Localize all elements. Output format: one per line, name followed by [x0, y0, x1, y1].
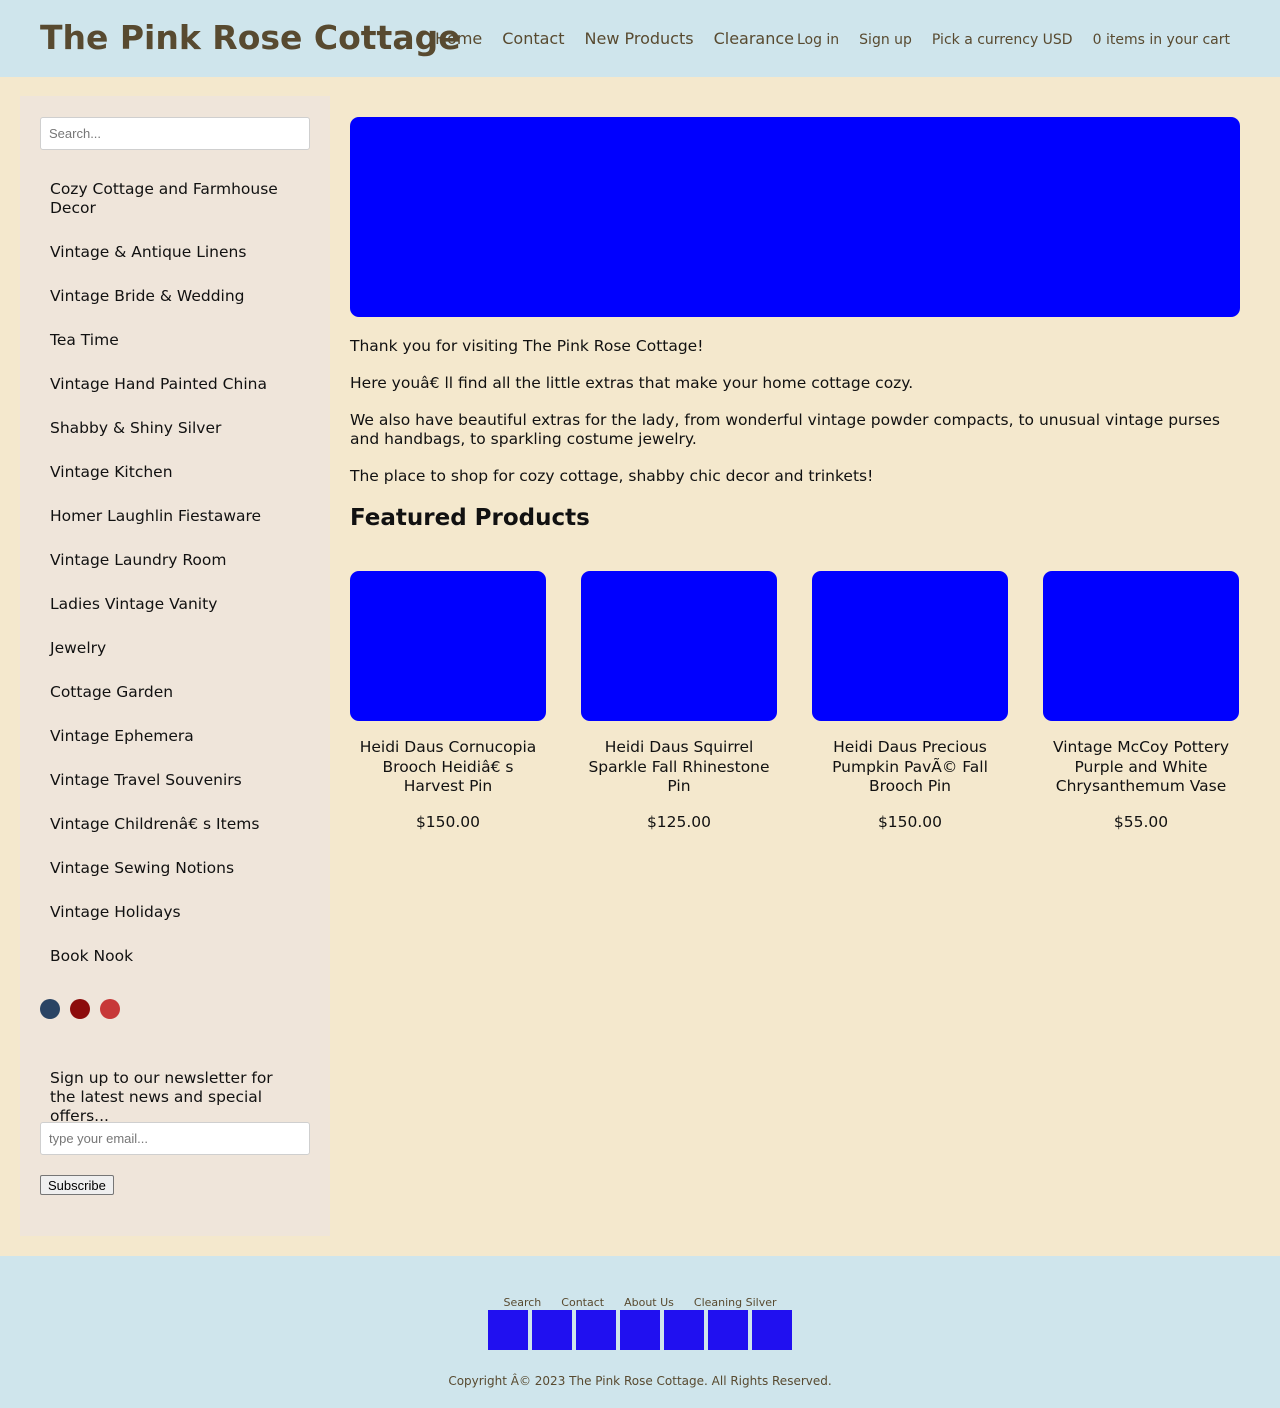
- payment-icon: [532, 1310, 572, 1350]
- newsletter-email-input[interactable]: [40, 1122, 310, 1155]
- nav-new-products-link[interactable]: New Products: [585, 28, 694, 50]
- category-item[interactable]: Tea Time: [50, 331, 300, 350]
- category-list: Cozy Cottage and Farmhouse Decor Vintage…: [50, 180, 300, 991]
- category-item[interactable]: Homer Laughlin Fiestaware: [50, 507, 300, 526]
- category-item[interactable]: Vintage Hand Painted China: [50, 375, 300, 394]
- newsletter-text: Sign up to our newsletter for the latest…: [50, 1069, 273, 1125]
- sidebar: Cozy Cottage and Farmhouse Decor Vintage…: [20, 96, 330, 1236]
- intro-paragraph: We also have beautiful extras for the la…: [350, 411, 1220, 448]
- category-item[interactable]: Vintage Childrenâ€ s Items: [50, 815, 300, 834]
- login-link[interactable]: Log in: [797, 30, 839, 50]
- subscribe-button[interactable]: Subscribe: [40, 1175, 114, 1195]
- product-image[interactable]: [1043, 571, 1239, 721]
- featured-products-heading: Featured Products: [350, 505, 590, 531]
- category-item[interactable]: Jewelry: [50, 639, 300, 658]
- nav-contact-link[interactable]: Contact: [502, 28, 564, 50]
- site-title[interactable]: The Pink Rose Cottage: [40, 18, 461, 58]
- product-card[interactable]: Heidi Daus Squirrel Sparkle Fall Rhinest…: [581, 571, 777, 832]
- category-item[interactable]: Shabby & Shiny Silver: [50, 419, 300, 438]
- category-item[interactable]: Book Nook: [50, 947, 300, 966]
- footer-search-link[interactable]: Search: [503, 1297, 541, 1309]
- category-item[interactable]: Vintage Travel Souvenirs: [50, 771, 300, 790]
- footer-links: Search Contact About Us Cleaning Silver: [0, 1297, 1280, 1309]
- product-image[interactable]: [581, 571, 777, 721]
- copyright-text: Copyright Â© 2023 The Pink Rose Cottage.…: [448, 1374, 832, 1388]
- payment-icon: [620, 1310, 660, 1350]
- category-item[interactable]: Vintage Ephemera: [50, 727, 300, 746]
- intro-paragraph: Thank you for visiting The Pink Rose Cot…: [350, 337, 704, 355]
- intro-text: Thank you for visiting The Pink Rose Cot…: [350, 337, 1240, 504]
- featured-products-grid: Heidi Daus Cornucopia Brooch Heidiâ€ s H…: [350, 571, 1239, 832]
- category-item[interactable]: Ladies Vintage Vanity: [50, 595, 300, 614]
- social-facebook-icon[interactable]: [40, 999, 60, 1019]
- product-card[interactable]: Vintage McCoy Pottery Purple and White C…: [1043, 571, 1239, 832]
- product-name[interactable]: Heidi Daus Squirrel Sparkle Fall Rhinest…: [581, 738, 777, 797]
- product-price: $150.00: [415, 812, 481, 831]
- intro-paragraph: The place to shop for cozy cottage, shab…: [350, 467, 874, 485]
- payment-icons: [488, 1310, 792, 1350]
- site-footer: Search Contact About Us Cleaning Silver …: [0, 1256, 1280, 1408]
- main-nav: Home Contact New Products Clearance: [435, 28, 794, 50]
- category-item[interactable]: Vintage Kitchen: [50, 463, 300, 482]
- category-item[interactable]: Cottage Garden: [50, 683, 300, 702]
- social-links: [40, 999, 120, 1019]
- intro-paragraph: Here youâ€ ll find all the little extras…: [350, 374, 914, 392]
- payment-icon: [664, 1310, 704, 1350]
- nav-clearance-link[interactable]: Clearance: [714, 28, 794, 50]
- product-name[interactable]: Heidi Daus Precious Pumpkin PavÃ© Fall B…: [812, 738, 1008, 797]
- category-item[interactable]: Vintage Bride & Wedding: [50, 287, 300, 306]
- cart-link[interactable]: 0 items in your cart: [1093, 30, 1230, 50]
- currency-picker[interactable]: Pick a currency USD: [932, 30, 1073, 50]
- search-input[interactable]: [40, 117, 310, 150]
- category-item[interactable]: Vintage Holidays: [50, 903, 300, 922]
- footer-about-link[interactable]: About Us: [624, 1297, 674, 1309]
- social-pinterest-icon[interactable]: [70, 999, 90, 1019]
- product-price: $55.00: [1113, 812, 1169, 831]
- product-name[interactable]: Heidi Daus Cornucopia Brooch Heidiâ€ s H…: [350, 738, 546, 797]
- category-item[interactable]: Vintage Laundry Room: [50, 551, 300, 570]
- nav-home-link[interactable]: Home: [435, 28, 482, 50]
- footer-contact-link[interactable]: Contact: [561, 1297, 604, 1309]
- category-item[interactable]: Vintage Sewing Notions: [50, 859, 300, 878]
- hero-banner[interactable]: [350, 117, 1240, 317]
- footer-cleaning-silver-link[interactable]: Cleaning Silver: [694, 1297, 777, 1309]
- product-image[interactable]: [350, 571, 546, 721]
- product-price: $125.00: [646, 812, 712, 831]
- site-header: The Pink Rose Cottage Home Contact New P…: [0, 0, 1280, 77]
- payment-icon: [576, 1310, 616, 1350]
- payment-icon: [488, 1310, 528, 1350]
- payment-icon: [708, 1310, 748, 1350]
- payment-icon: [752, 1310, 792, 1350]
- product-card[interactable]: Heidi Daus Cornucopia Brooch Heidiâ€ s H…: [350, 571, 546, 832]
- product-image[interactable]: [812, 571, 1008, 721]
- category-item[interactable]: Vintage & Antique Linens: [50, 243, 300, 262]
- product-name[interactable]: Vintage McCoy Pottery Purple and White C…: [1043, 738, 1239, 797]
- category-item[interactable]: Cozy Cottage and Farmhouse Decor: [50, 180, 300, 218]
- signup-link[interactable]: Sign up: [859, 30, 912, 50]
- product-price: $150.00: [877, 812, 943, 831]
- product-card[interactable]: Heidi Daus Precious Pumpkin PavÃ© Fall B…: [812, 571, 1008, 832]
- user-nav: Log in Sign up Pick a currency USD 0 ite…: [797, 30, 1230, 50]
- social-instagram-icon[interactable]: [100, 999, 120, 1019]
